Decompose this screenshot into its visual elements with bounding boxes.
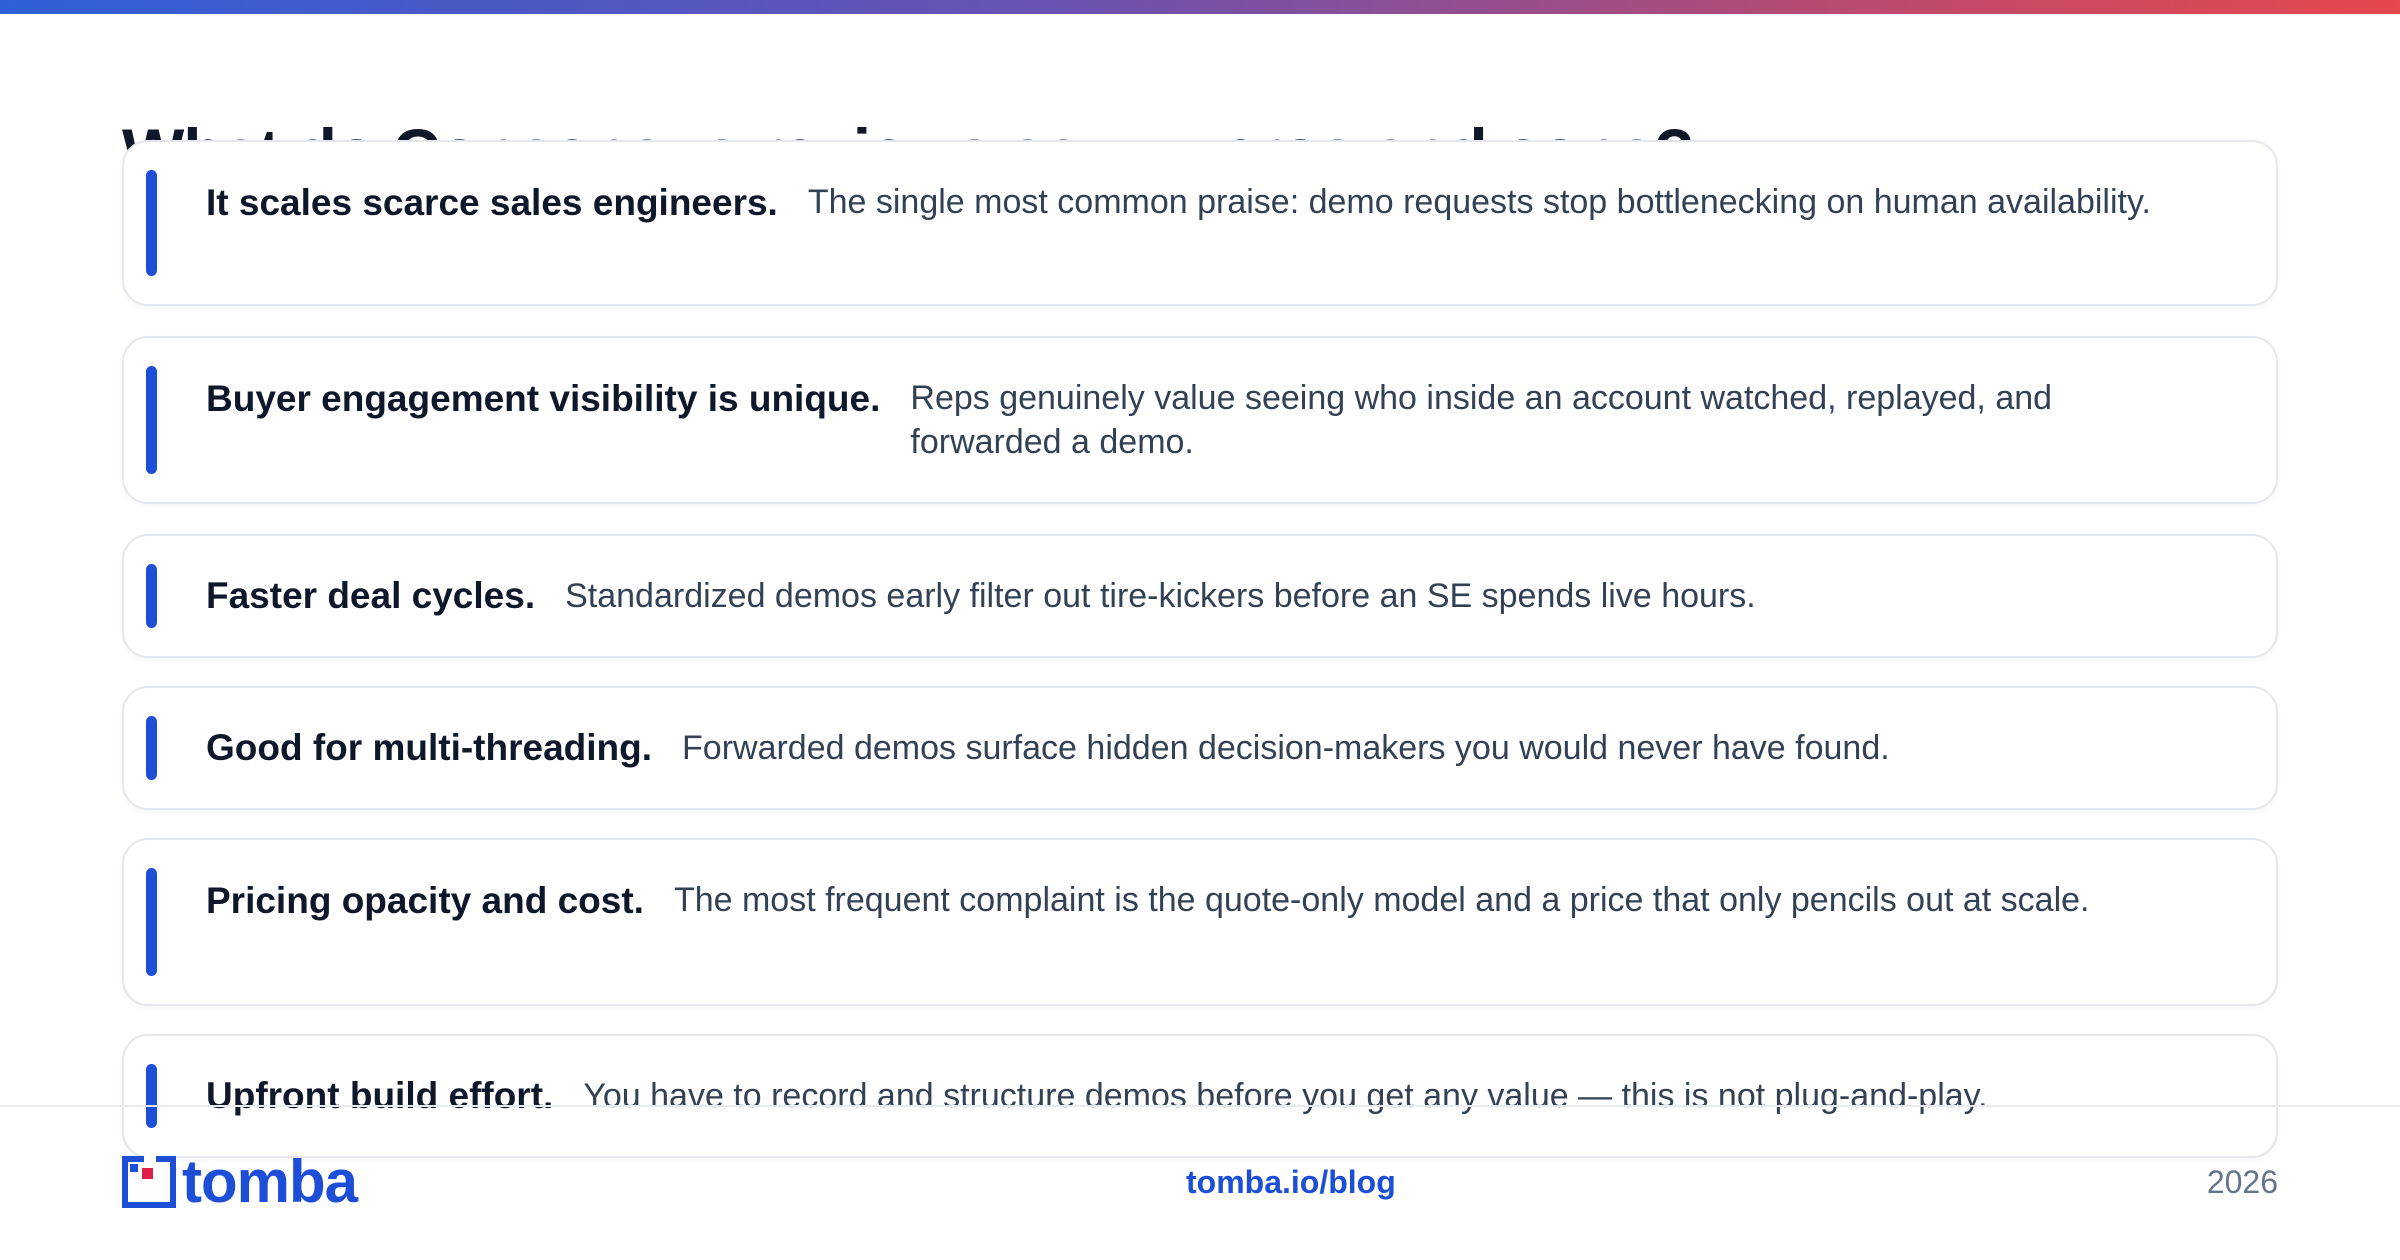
blog-link[interactable]: tomba.io/blog [1186, 1164, 1396, 1201]
top-gradient-bar [0, 0, 2400, 14]
point-text: Forwarded demos surface hidden decision-… [682, 729, 1890, 767]
point-card: Buyer engagement visibility is unique. R… [122, 336, 2278, 504]
point-text: Reps genuinely value seeing who inside a… [910, 379, 2053, 461]
point-card: It scales scarce sales engineers. The si… [122, 140, 2278, 306]
card-accent-bar [146, 366, 157, 474]
card-accent-bar [146, 1064, 157, 1128]
card-accent-bar [146, 716, 157, 780]
point-card: Good for multi-threading. Forwarded demo… [122, 686, 2278, 810]
point-heading: Upfront build effort. [206, 1075, 554, 1116]
card-accent-bar [146, 868, 157, 976]
point-text: You have to record and structure demos b… [583, 1077, 1988, 1115]
point-heading: It scales scarce sales engineers. [206, 182, 778, 223]
point-heading: Good for multi-threading. [206, 727, 653, 768]
point-text: The most frequent complaint is the quote… [673, 881, 2090, 919]
logo-wordmark: tomba [182, 1148, 358, 1215]
tomba-logo-icon [122, 1156, 176, 1208]
point-heading: Pricing opacity and cost. [206, 880, 644, 921]
point-text: Standardized demos early filter out tire… [565, 577, 1756, 615]
point-card: Faster deal cycles. Standardized demos e… [122, 534, 2278, 658]
tomba-logo[interactable]: tomba [122, 1148, 358, 1215]
footer-divider [0, 1105, 2400, 1107]
point-card: Upfront build effort. You have to record… [122, 1034, 2278, 1158]
point-card: Pricing opacity and cost. The most frequ… [122, 838, 2278, 1006]
footer-year: 2026 [2206, 1164, 2278, 1200]
point-text: The single most common praise: demo requ… [807, 183, 2151, 221]
point-heading: Buyer engagement visibility is unique. [206, 378, 881, 419]
card-accent-bar [146, 564, 157, 628]
card-accent-bar [146, 170, 157, 276]
point-heading: Faster deal cycles. [206, 575, 536, 616]
